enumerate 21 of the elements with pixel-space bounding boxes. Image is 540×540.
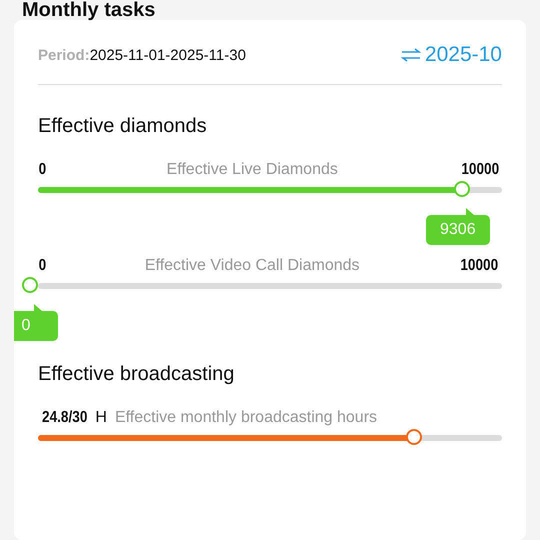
value-tooltip: 9306	[426, 208, 490, 245]
section-title: Effective diamonds	[38, 115, 208, 139]
min-value: 0	[38, 161, 46, 179]
section-title: Effective broadcasting	[38, 363, 236, 387]
slider-thumb[interactable]	[454, 181, 470, 197]
hours-reading: 24.8/30	[42, 409, 88, 427]
min-value: 0	[38, 257, 46, 275]
slider-caption: Effective Live Diamonds	[166, 161, 338, 179]
slider-caption: Effective Video Call Diamonds	[144, 257, 360, 275]
hours-unit: H	[95, 409, 107, 427]
value-tooltip: 0	[14, 304, 58, 341]
period-label: Period:	[38, 46, 90, 64]
month-switch-button[interactable]: 2025-10	[400, 43, 502, 67]
max-value: 10000	[460, 257, 499, 275]
slider-thumb[interactable]	[22, 277, 38, 293]
page-title: Monthly tasks	[22, 0, 156, 20]
max-value: 10000	[460, 161, 499, 179]
period-value: 2025-11-01-2025-11-30	[90, 46, 246, 64]
slider-caption: Effective monthly broadcasting hours	[114, 409, 378, 427]
swap-icon	[400, 48, 421, 62]
slider-thumb[interactable]	[406, 429, 422, 445]
